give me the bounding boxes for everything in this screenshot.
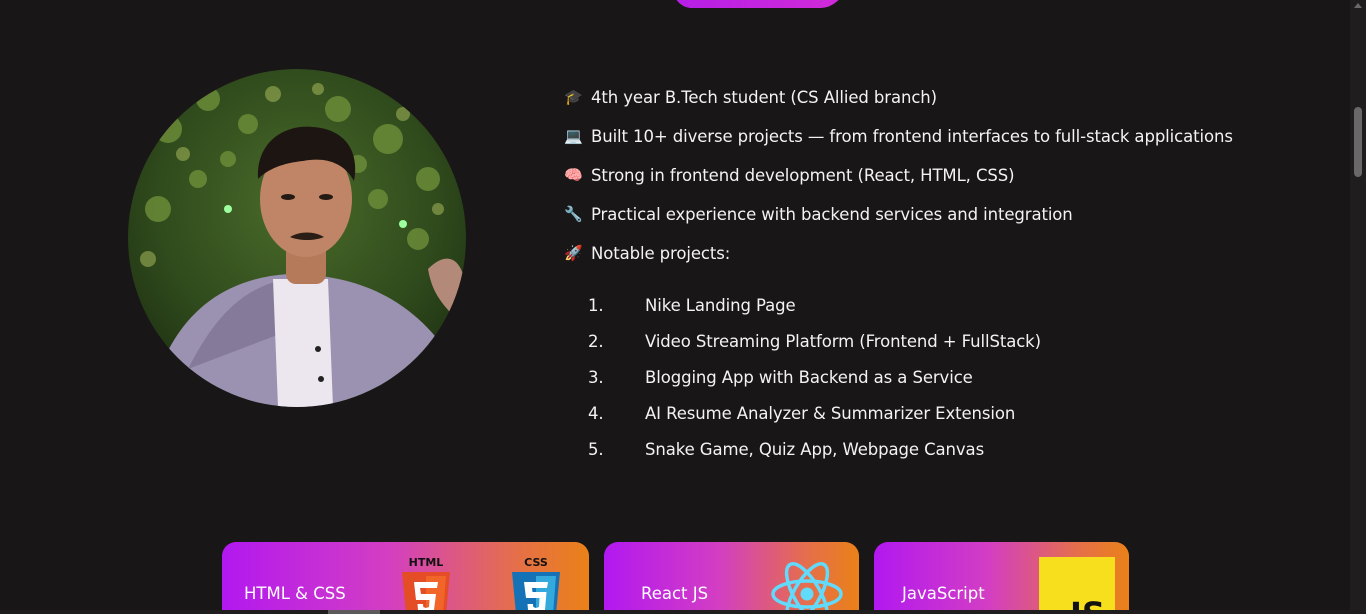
- vertical-scrollbar[interactable]: [1350, 0, 1366, 614]
- css3-icon: CSS: [512, 556, 560, 614]
- bio-item-text: Practical experience with backend servic…: [591, 204, 1073, 224]
- list-item: 3. Blogging App with Backend as a Servic…: [588, 364, 1041, 390]
- bio-item-notable-projects: 🚀 Notable projects:: [564, 240, 1284, 266]
- skill-card-react[interactable]: React JS: [604, 542, 859, 614]
- scroll-up-arrow-icon[interactable]: [1354, 3, 1362, 8]
- list-item-text: AI Resume Analyzer & Summarizer Extensio…: [645, 403, 1016, 423]
- list-item-text: Blogging App with Backend as a Service: [645, 367, 973, 387]
- react-icon: [771, 562, 843, 614]
- javascript-icon: JS: [1039, 557, 1115, 614]
- rocket-icon: 🚀: [564, 244, 583, 262]
- list-item-number: 4.: [588, 403, 604, 423]
- bio-item-text: Strong in frontend development (React, H…: [591, 165, 1015, 185]
- vertical-scroll-thumb[interactable]: [1354, 107, 1362, 177]
- graduation-cap-icon: 🎓: [564, 88, 583, 106]
- skill-card-javascript[interactable]: JavaScript JS: [874, 542, 1129, 614]
- section-heading-decoration: [670, 0, 846, 8]
- notable-projects-list: 1. Nike Landing Page 2. Video Streaming …: [588, 292, 1041, 472]
- list-item-number: 1.: [588, 295, 604, 315]
- bio-item-backend: 🔧 Practical experience with backend serv…: [564, 201, 1284, 227]
- laptop-icon: 💻: [564, 127, 583, 145]
- bio-item-projects-built: 💻 Built 10+ diverse projects — from fron…: [564, 123, 1284, 149]
- list-item-number: 5.: [588, 439, 604, 459]
- skill-card-html-css[interactable]: HTML & CSS HTML CSS: [222, 542, 589, 614]
- list-item: 4. AI Resume Analyzer & Summarizer Exten…: [588, 400, 1041, 426]
- bio-item-text: Built 10+ diverse projects — from fronte…: [591, 126, 1233, 146]
- list-item: 5. Snake Game, Quiz App, Webpage Canvas: [588, 436, 1041, 462]
- skill-card-label: React JS: [641, 584, 709, 603]
- list-item-text: Snake Game, Quiz App, Webpage Canvas: [645, 439, 985, 459]
- bio-item-text: 4th year B.Tech student (CS Allied branc…: [591, 87, 937, 107]
- bio-item-frontend: 🧠 Strong in frontend development (React,…: [564, 162, 1284, 188]
- brain-icon: 🧠: [564, 166, 583, 184]
- skill-card-label: HTML & CSS: [244, 584, 346, 603]
- horizontal-scroll-thumb[interactable]: [328, 610, 380, 614]
- bio-item-education: 🎓 4th year B.Tech student (CS Allied bra…: [564, 84, 1284, 110]
- bio-item-text: Notable projects:: [591, 243, 731, 263]
- html-logo-text: HTML: [409, 556, 444, 569]
- html5-icon: HTML: [402, 556, 450, 614]
- list-item-number: 2.: [588, 331, 604, 351]
- list-item-text: Video Streaming Platform (Frontend + Ful…: [645, 331, 1041, 351]
- horizontal-scrollbar[interactable]: [0, 610, 1350, 614]
- about-bio: 🎓 4th year B.Tech student (CS Allied bra…: [564, 84, 1284, 279]
- list-item: 1. Nike Landing Page: [588, 292, 1041, 318]
- css-logo-text: CSS: [524, 556, 548, 569]
- skill-card-label: JavaScript: [902, 584, 985, 603]
- wrench-icon: 🔧: [564, 205, 583, 223]
- list-item: 2. Video Streaming Platform (Frontend + …: [588, 328, 1041, 354]
- profile-avatar: [128, 69, 466, 407]
- portfolio-page: 🎓 4th year B.Tech student (CS Allied bra…: [0, 0, 1350, 614]
- list-item-text: Nike Landing Page: [645, 295, 796, 315]
- list-item-number: 3.: [588, 367, 604, 387]
